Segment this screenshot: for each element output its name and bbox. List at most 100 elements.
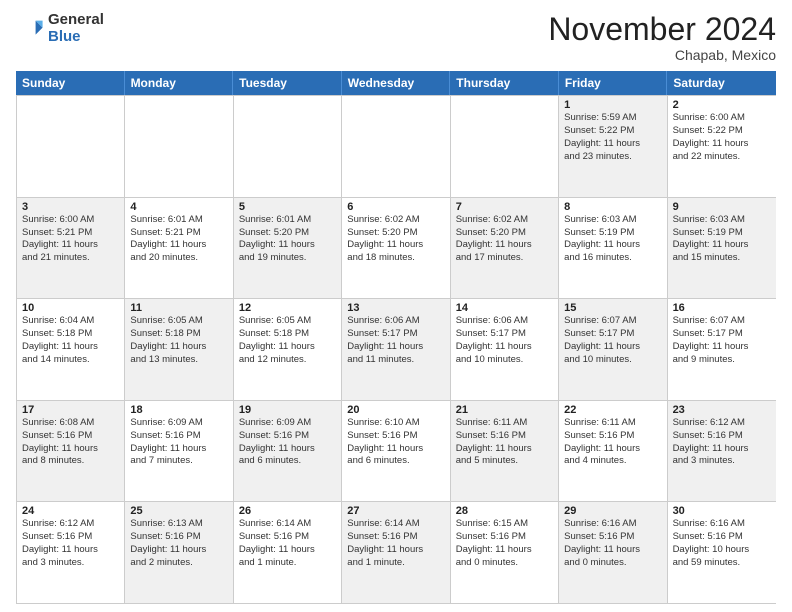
day-info: Sunrise: 6:10 AM Sunset: 5:16 PM Dayligh… <box>347 417 444 468</box>
day-info: Sunrise: 6:03 AM Sunset: 5:19 PM Dayligh… <box>564 214 661 265</box>
cal-cell-day: 29Sunrise: 6:16 AM Sunset: 5:16 PM Dayli… <box>559 502 667 603</box>
day-info: Sunrise: 6:00 AM Sunset: 5:22 PM Dayligh… <box>673 112 771 163</box>
cal-header-cell: Thursday <box>450 71 559 95</box>
day-info: Sunrise: 6:12 AM Sunset: 5:16 PM Dayligh… <box>22 518 119 569</box>
cal-cell-empty <box>342 96 450 197</box>
day-info: Sunrise: 6:14 AM Sunset: 5:16 PM Dayligh… <box>347 518 444 569</box>
logo-blue: Blue <box>48 29 104 46</box>
day-number: 10 <box>22 302 119 314</box>
day-info: Sunrise: 6:16 AM Sunset: 5:16 PM Dayligh… <box>564 518 661 569</box>
day-info: Sunrise: 6:08 AM Sunset: 5:16 PM Dayligh… <box>22 417 119 468</box>
cal-cell-empty <box>234 96 342 197</box>
cal-cell-day: 6Sunrise: 6:02 AM Sunset: 5:20 PM Daylig… <box>342 198 450 299</box>
day-number: 25 <box>130 505 227 517</box>
day-number: 9 <box>673 201 771 213</box>
cal-cell-day: 20Sunrise: 6:10 AM Sunset: 5:16 PM Dayli… <box>342 401 450 502</box>
day-info: Sunrise: 6:11 AM Sunset: 5:16 PM Dayligh… <box>564 417 661 468</box>
day-number: 14 <box>456 302 553 314</box>
day-info: Sunrise: 6:07 AM Sunset: 5:17 PM Dayligh… <box>673 315 771 366</box>
logo-general: General <box>48 12 104 29</box>
cal-cell-day: 19Sunrise: 6:09 AM Sunset: 5:16 PM Dayli… <box>234 401 342 502</box>
day-info: Sunrise: 6:07 AM Sunset: 5:17 PM Dayligh… <box>564 315 661 366</box>
cal-row: 10Sunrise: 6:04 AM Sunset: 5:18 PM Dayli… <box>17 298 776 400</box>
header: General Blue November 2024 Chapab, Mexic… <box>16 12 776 63</box>
day-number: 26 <box>239 505 336 517</box>
day-number: 22 <box>564 404 661 416</box>
cal-cell-day: 8Sunrise: 6:03 AM Sunset: 5:19 PM Daylig… <box>559 198 667 299</box>
day-info: Sunrise: 6:06 AM Sunset: 5:17 PM Dayligh… <box>456 315 553 366</box>
calendar: SundayMondayTuesdayWednesdayThursdayFrid… <box>16 71 776 604</box>
cal-cell-day: 5Sunrise: 6:01 AM Sunset: 5:20 PM Daylig… <box>234 198 342 299</box>
cal-cell-day: 7Sunrise: 6:02 AM Sunset: 5:20 PM Daylig… <box>451 198 559 299</box>
cal-header-cell: Wednesday <box>342 71 451 95</box>
day-number: 19 <box>239 404 336 416</box>
day-number: 16 <box>673 302 771 314</box>
cal-row: 17Sunrise: 6:08 AM Sunset: 5:16 PM Dayli… <box>17 400 776 502</box>
day-info: Sunrise: 6:15 AM Sunset: 5:16 PM Dayligh… <box>456 518 553 569</box>
cal-cell-day: 3Sunrise: 6:00 AM Sunset: 5:21 PM Daylig… <box>17 198 125 299</box>
cal-cell-day: 28Sunrise: 6:15 AM Sunset: 5:16 PM Dayli… <box>451 502 559 603</box>
logo-icon <box>16 15 44 43</box>
cal-cell-day: 9Sunrise: 6:03 AM Sunset: 5:19 PM Daylig… <box>668 198 776 299</box>
cal-cell-day: 18Sunrise: 6:09 AM Sunset: 5:16 PM Dayli… <box>125 401 233 502</box>
cal-cell-day: 14Sunrise: 6:06 AM Sunset: 5:17 PM Dayli… <box>451 299 559 400</box>
cal-header-cell: Sunday <box>16 71 125 95</box>
cal-cell-day: 11Sunrise: 6:05 AM Sunset: 5:18 PM Dayli… <box>125 299 233 400</box>
day-number: 3 <box>22 201 119 213</box>
day-number: 12 <box>239 302 336 314</box>
day-number: 27 <box>347 505 444 517</box>
day-info: Sunrise: 6:03 AM Sunset: 5:19 PM Dayligh… <box>673 214 771 265</box>
day-number: 13 <box>347 302 444 314</box>
day-number: 15 <box>564 302 661 314</box>
day-number: 6 <box>347 201 444 213</box>
day-info: Sunrise: 6:09 AM Sunset: 5:16 PM Dayligh… <box>130 417 227 468</box>
cal-cell-day: 13Sunrise: 6:06 AM Sunset: 5:17 PM Dayli… <box>342 299 450 400</box>
day-number: 30 <box>673 505 771 517</box>
page: General Blue November 2024 Chapab, Mexic… <box>0 0 792 612</box>
cal-cell-day: 15Sunrise: 6:07 AM Sunset: 5:17 PM Dayli… <box>559 299 667 400</box>
day-number: 5 <box>239 201 336 213</box>
day-number: 21 <box>456 404 553 416</box>
cal-header-cell: Friday <box>559 71 668 95</box>
day-number: 18 <box>130 404 227 416</box>
cal-cell-empty <box>451 96 559 197</box>
cal-cell-day: 4Sunrise: 6:01 AM Sunset: 5:21 PM Daylig… <box>125 198 233 299</box>
month-year: November 2024 <box>548 12 776 47</box>
cal-cell-day: 12Sunrise: 6:05 AM Sunset: 5:18 PM Dayli… <box>234 299 342 400</box>
day-number: 4 <box>130 201 227 213</box>
day-info: Sunrise: 6:11 AM Sunset: 5:16 PM Dayligh… <box>456 417 553 468</box>
cal-row: 24Sunrise: 6:12 AM Sunset: 5:16 PM Dayli… <box>17 501 776 603</box>
logo-text: General Blue <box>48 12 104 45</box>
cal-row: 3Sunrise: 6:00 AM Sunset: 5:21 PM Daylig… <box>17 197 776 299</box>
day-number: 20 <box>347 404 444 416</box>
day-number: 7 <box>456 201 553 213</box>
day-number: 1 <box>564 99 661 111</box>
day-info: Sunrise: 6:05 AM Sunset: 5:18 PM Dayligh… <box>239 315 336 366</box>
cal-cell-day: 21Sunrise: 6:11 AM Sunset: 5:16 PM Dayli… <box>451 401 559 502</box>
day-number: 17 <box>22 404 119 416</box>
day-info: Sunrise: 6:02 AM Sunset: 5:20 PM Dayligh… <box>347 214 444 265</box>
day-info: Sunrise: 6:05 AM Sunset: 5:18 PM Dayligh… <box>130 315 227 366</box>
day-number: 2 <box>673 99 771 111</box>
cal-row: 1Sunrise: 5:59 AM Sunset: 5:22 PM Daylig… <box>17 95 776 197</box>
day-info: Sunrise: 6:12 AM Sunset: 5:16 PM Dayligh… <box>673 417 771 468</box>
logo: General Blue <box>16 12 104 45</box>
cal-cell-day: 26Sunrise: 6:14 AM Sunset: 5:16 PM Dayli… <box>234 502 342 603</box>
cal-cell-day: 23Sunrise: 6:12 AM Sunset: 5:16 PM Dayli… <box>668 401 776 502</box>
day-info: Sunrise: 6:01 AM Sunset: 5:21 PM Dayligh… <box>130 214 227 265</box>
day-number: 11 <box>130 302 227 314</box>
cal-cell-day: 16Sunrise: 6:07 AM Sunset: 5:17 PM Dayli… <box>668 299 776 400</box>
cal-header-cell: Tuesday <box>233 71 342 95</box>
cal-cell-day: 22Sunrise: 6:11 AM Sunset: 5:16 PM Dayli… <box>559 401 667 502</box>
cal-cell-day: 30Sunrise: 6:16 AM Sunset: 5:16 PM Dayli… <box>668 502 776 603</box>
day-info: Sunrise: 6:01 AM Sunset: 5:20 PM Dayligh… <box>239 214 336 265</box>
day-info: Sunrise: 6:04 AM Sunset: 5:18 PM Dayligh… <box>22 315 119 366</box>
calendar-header: SundayMondayTuesdayWednesdayThursdayFrid… <box>16 71 776 95</box>
cal-cell-day: 1Sunrise: 5:59 AM Sunset: 5:22 PM Daylig… <box>559 96 667 197</box>
cal-cell-empty <box>125 96 233 197</box>
day-info: Sunrise: 6:02 AM Sunset: 5:20 PM Dayligh… <box>456 214 553 265</box>
calendar-body: 1Sunrise: 5:59 AM Sunset: 5:22 PM Daylig… <box>16 95 776 604</box>
day-number: 23 <box>673 404 771 416</box>
day-info: Sunrise: 6:14 AM Sunset: 5:16 PM Dayligh… <box>239 518 336 569</box>
day-info: Sunrise: 6:06 AM Sunset: 5:17 PM Dayligh… <box>347 315 444 366</box>
